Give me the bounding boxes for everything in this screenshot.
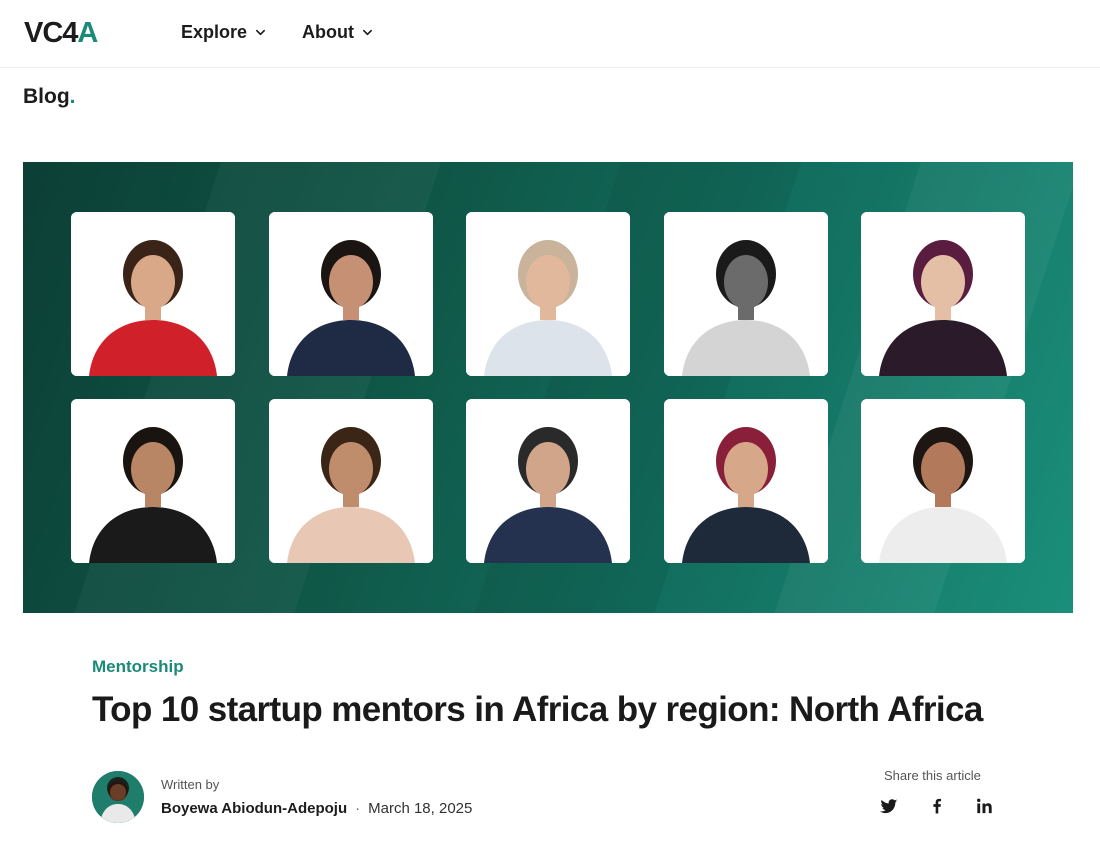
byline-separator: · — [355, 800, 361, 817]
nav-explore-label: Explore — [181, 22, 248, 42]
mentor-photo-grid — [71, 212, 1025, 563]
written-by-label: Written by — [161, 777, 220, 792]
mentor-photo — [268, 399, 433, 563]
mentor-portrait — [861, 399, 1025, 563]
nav-explore[interactable]: Explore — [181, 22, 266, 43]
publish-date: March 18, 2025 — [368, 800, 473, 817]
mentor-photo — [71, 399, 235, 563]
mentor-portrait — [268, 399, 433, 563]
share-label: Share this article — [884, 768, 981, 783]
mentor-portrait — [466, 212, 630, 376]
nav-about[interactable]: About — [302, 22, 373, 43]
mentor-photo — [466, 399, 630, 563]
nav-about-label: About — [302, 22, 355, 42]
mentor-portrait — [663, 212, 828, 376]
chevron-down-icon — [363, 29, 373, 36]
mentor-photo — [663, 212, 828, 376]
mentor-portrait — [861, 212, 1025, 376]
byline: Boyewa Abiodun-Adepoju · March 18, 2025 — [161, 800, 472, 817]
mentor-portrait — [466, 399, 630, 563]
mentor-photo — [861, 399, 1025, 563]
vc4a-logo[interactable]: VC4A — [24, 17, 98, 50]
mentor-portrait — [71, 212, 235, 376]
mentor-photo — [268, 212, 433, 376]
mentor-portrait — [663, 399, 828, 563]
mentor-photo — [466, 212, 630, 376]
blog-section-label[interactable]: Blog. — [23, 85, 76, 109]
mentor-photo — [71, 212, 235, 376]
share-icons — [876, 794, 998, 818]
site-header: VC4A Explore About — [0, 0, 1100, 68]
author-avatar[interactable] — [92, 771, 144, 823]
mentor-portrait — [268, 212, 433, 376]
article-title: Top 10 startup mentors in Africa by regi… — [92, 690, 983, 729]
facebook-icon[interactable] — [924, 794, 950, 818]
mentor-portrait — [71, 399, 235, 563]
author-name[interactable]: Boyewa Abiodun-Adepoju — [161, 800, 347, 817]
category-link[interactable]: Mentorship — [92, 657, 184, 677]
hero-image — [23, 162, 1073, 613]
main-nav: Explore About — [181, 22, 373, 43]
twitter-icon[interactable] — [876, 794, 902, 818]
mentor-photo — [861, 212, 1025, 376]
chevron-down-icon — [256, 29, 266, 36]
linkedin-icon[interactable] — [972, 794, 998, 818]
mentor-photo — [663, 399, 828, 563]
